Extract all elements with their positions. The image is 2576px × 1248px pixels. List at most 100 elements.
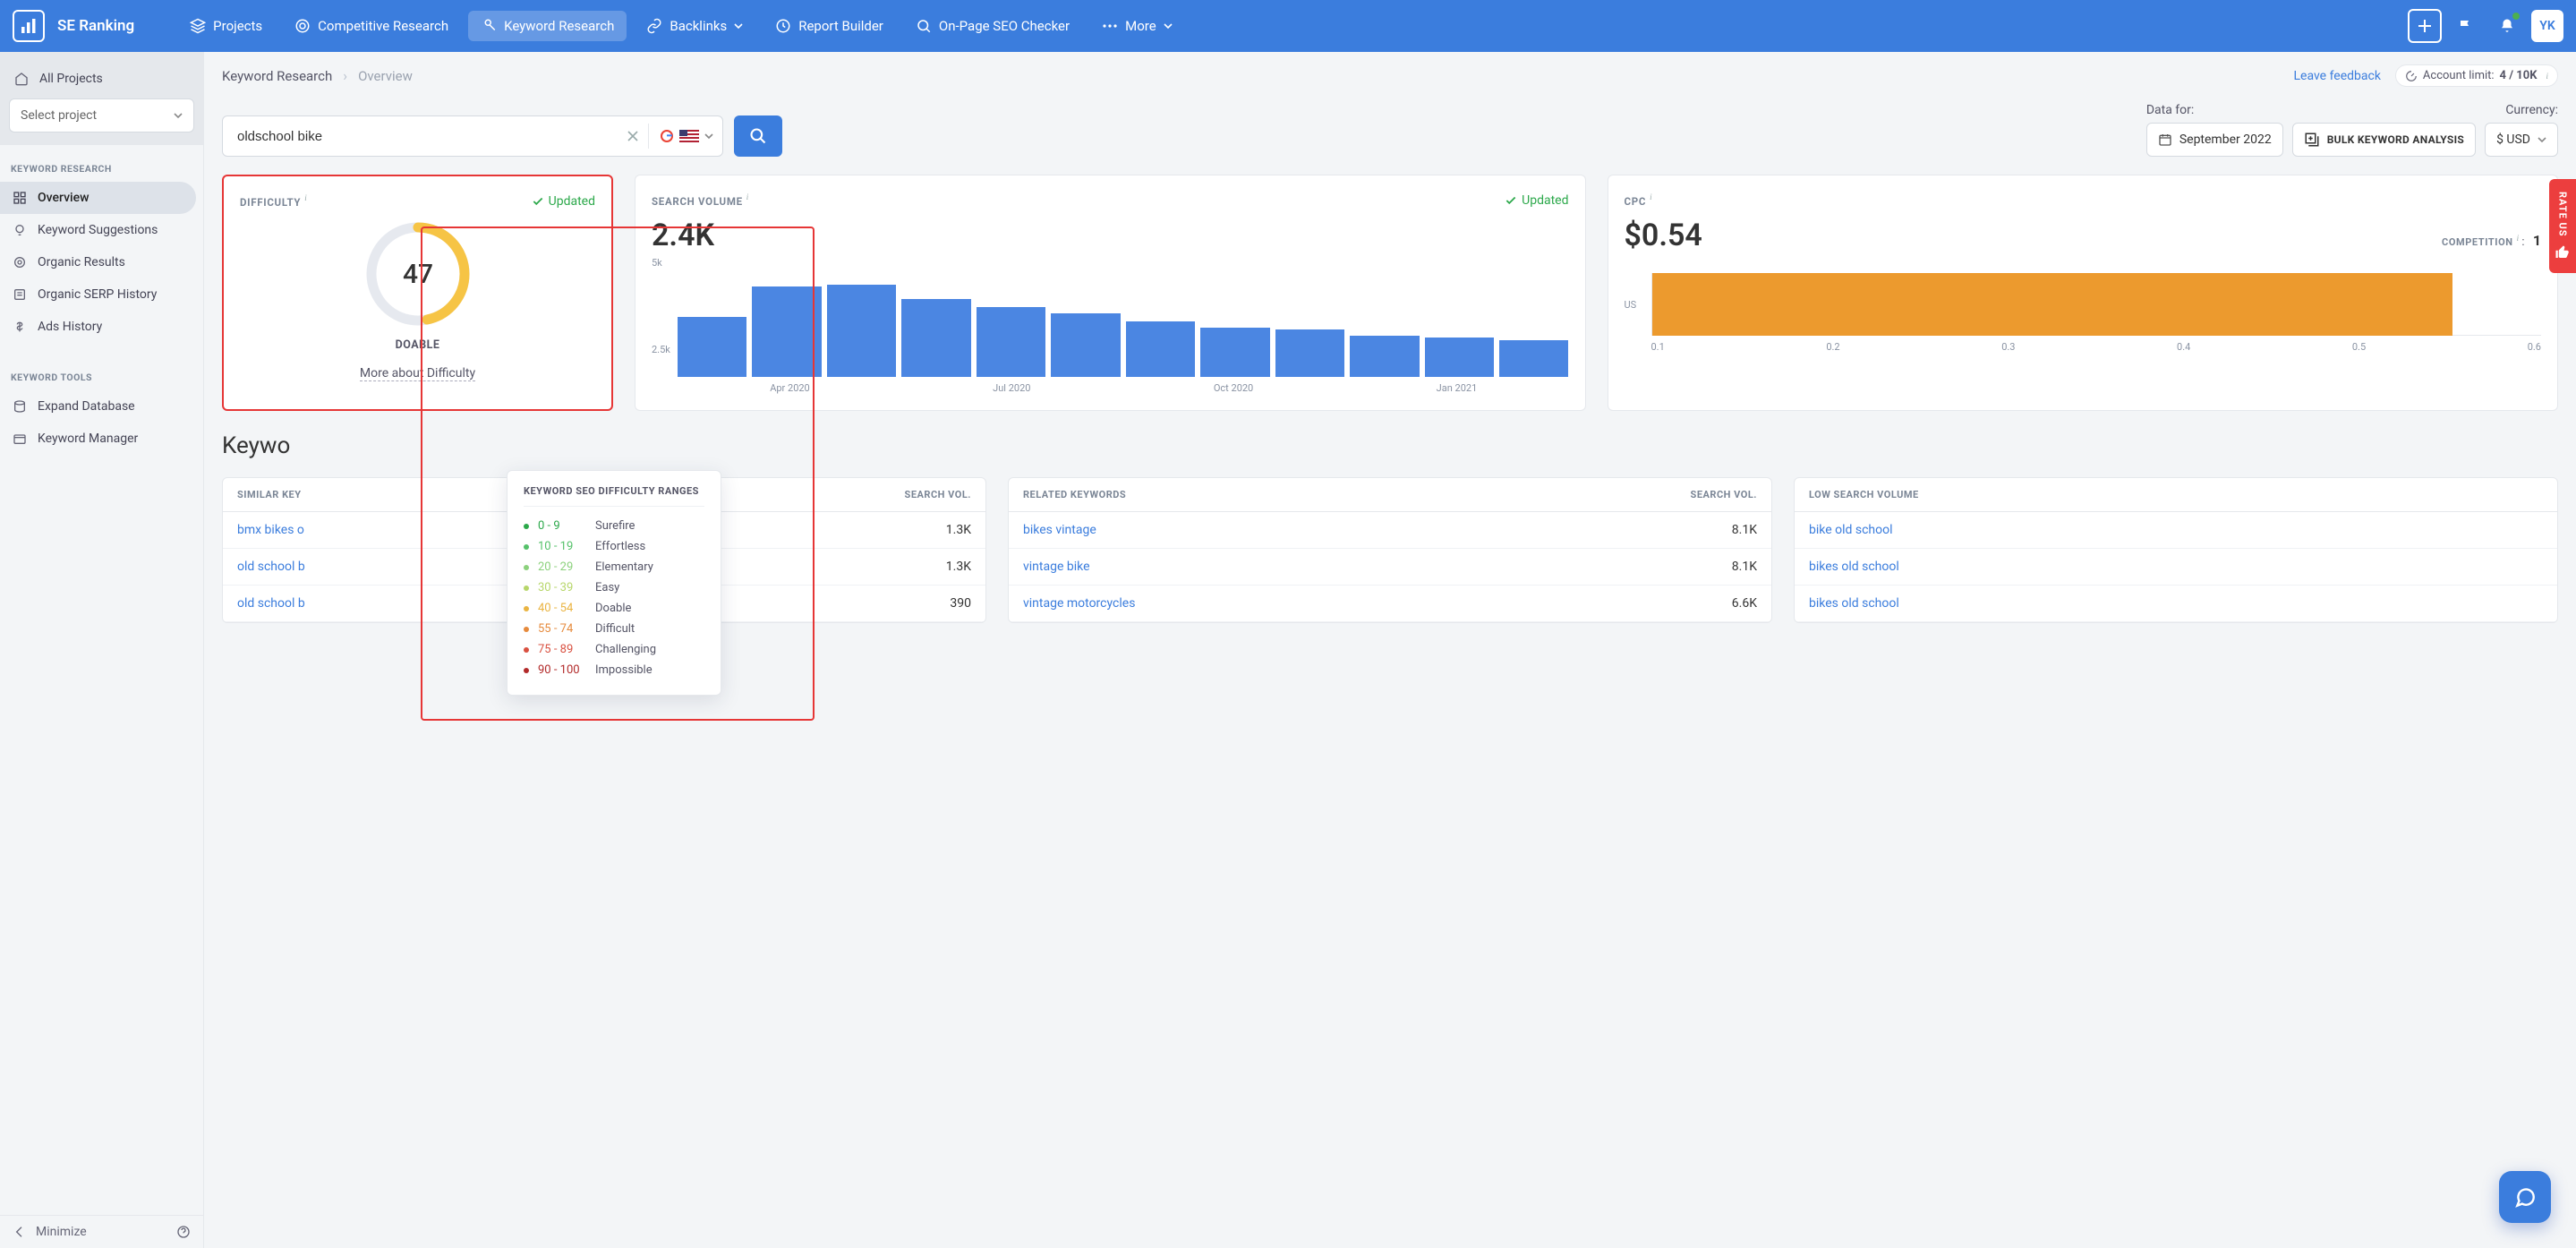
dots-icon [1102,23,1118,29]
project-select-placeholder: Select project [21,108,97,123]
more-about-difficulty-link[interactable]: More about Difficulty [360,366,475,381]
chat-button[interactable] [2499,1171,2551,1223]
rate-us-tab[interactable]: RATE US [2549,179,2576,273]
sidebar-item-label: Keyword Manager [38,432,138,446]
nav-projects[interactable]: Projects [177,11,275,41]
sidebar-all-projects[interactable]: All Projects [9,64,194,98]
google-icon [660,129,674,143]
nav-backlinks[interactable]: Backlinks [634,11,755,41]
sidebar-item-serp-history[interactable]: Organic SERP History [0,278,196,311]
chat-icon [2513,1185,2537,1209]
sidebar-item-label: Keyword Suggestions [38,223,158,237]
search-input[interactable] [237,129,627,144]
grid-icon [13,191,27,205]
nav-projects-label: Projects [213,18,262,34]
volume-title: SEARCH VOLUME [652,195,743,208]
volume-bar [1051,313,1120,377]
topbar: SE Ranking Projects Competitive Research… [0,0,2576,52]
range-dot [524,647,529,653]
search-locale[interactable] [648,124,713,149]
sidebar-item-keyword-manager[interactable]: Keyword Manager [0,423,196,455]
bulk-icon [2304,132,2320,148]
nav-seo-checker[interactable]: On-Page SEO Checker [903,11,1082,41]
keyword-link[interactable]: vintage motorcycles [1023,596,1732,611]
nav-competitive[interactable]: Competitive Research [282,11,461,41]
data-for-label: Data for: [2146,103,2283,117]
cpc-value: $0.54 [1625,218,1702,253]
keyword-link[interactable]: bike old school [1809,523,2543,537]
volume-card: SEARCH VOLUME Updated 2.4K 5k 2.5k Apr 2… [635,175,1586,411]
nav-more[interactable]: More [1089,11,1185,41]
bell-icon[interactable] [2490,9,2524,43]
home-icon [14,72,29,86]
date-select[interactable]: September 2022 [2146,123,2283,157]
col-hdr: RELATED KEYWORDS [1023,489,1691,500]
keyword-link[interactable]: vintage bike [1023,560,1732,574]
related-keywords-col: RELATED KEYWORDSSEARCH VOL. bikes vintag… [1008,477,1772,623]
breadcrumb-current: Overview [358,68,413,84]
info-icon[interactable] [304,193,307,202]
breadcrumb-sep: › [343,67,347,84]
info-icon[interactable] [1650,192,1652,201]
table-row: vintage bike8.1K [1009,549,1771,586]
help-icon[interactable] [176,1225,191,1239]
svg-text:47: 47 [402,259,432,290]
add-button[interactable] [2408,9,2442,43]
account-limit-value: 4 / 10K [2500,69,2538,82]
clear-icon[interactable] [627,130,639,142]
sidebar-item-label: Overview [38,191,89,205]
target-icon [13,255,27,269]
flag-icon[interactable] [2449,9,2483,43]
sidebar-item-suggestions[interactable]: Keyword Suggestions [0,214,196,246]
cpc-card: CPC $0.54 COMPETITION : 1 US 0.10.20.30 [1608,175,2559,411]
volume-bar [752,286,821,377]
table-row: vintage motorcycles6.6K [1009,586,1771,622]
volume-value: 2.4K [652,218,1569,253]
nav-report-builder[interactable]: Report Builder [763,11,896,41]
search-button[interactable] [734,115,782,157]
info-icon[interactable] [2546,72,2548,81]
keyword-link[interactable]: bikes old school [1809,596,2543,611]
col-hdr: LOW SEARCH VOLUME [1809,489,2543,500]
sidebar-item-overview[interactable]: Overview [0,182,196,214]
main-content: Keyword Research › Overview Leave feedba… [204,52,2576,1248]
volume-bar [1126,321,1195,377]
bulk-analysis-button[interactable]: BULK KEYWORD ANALYSIS [2292,123,2476,157]
difficulty-title: DIFFICULTY [240,196,301,209]
sidebar-item-ads-history[interactable]: Ads History [0,311,196,343]
difficulty-updated: Updated [532,194,595,209]
avatar[interactable]: YK [2531,10,2563,42]
currency-select[interactable]: $ USD [2485,123,2558,157]
keyword-link[interactable]: bikes vintage [1023,523,1732,537]
leave-feedback-link[interactable]: Leave feedback [2294,69,2381,83]
range-dot [524,627,529,632]
chevron-down-icon [734,21,743,30]
chevron-down-icon [174,111,183,120]
volume-chart: 5k 2.5k [652,253,1569,377]
range-dot [524,524,529,529]
nav-keyword-research[interactable]: Keyword Research [468,11,627,41]
minimize-label: Minimize [36,1225,87,1239]
currency-label: Currency: [2485,103,2558,117]
col-hdr: SEARCH VOL. [905,489,971,500]
sidebar-item-expand-db[interactable]: Expand Database [0,390,196,423]
volume-updated: Updated [1505,193,1568,208]
sidebar-section-research: KEYWORD RESEARCH [0,156,203,182]
keyword-link[interactable]: bikes old school [1809,560,2543,574]
project-select[interactable]: Select project [9,98,194,132]
minimize-button[interactable]: Minimize [0,1215,203,1248]
sidebar: All Projects Select project KEYWORD RESE… [0,52,204,1248]
difficulty-range-row: 10 - 19Effortless [524,536,704,557]
difficulty-popover: KEYWORD SEO DIFFICULTY RANGES 0 - 9Suref… [507,470,721,696]
info-icon[interactable] [2517,234,2520,243]
difficulty-range-row: 75 - 89Challenging [524,639,704,660]
vol-value: 390 [950,596,971,611]
sidebar-item-organic[interactable]: Organic Results [0,246,196,278]
difficulty-range-row: 40 - 54Doable [524,598,704,619]
range-dot [524,565,529,570]
vol-value: 8.1K [1732,523,1757,537]
breadcrumb-root[interactable]: Keyword Research [222,68,332,84]
check-icon [532,195,544,208]
info-icon[interactable] [746,192,749,201]
competition-label: COMPETITION [2442,236,2513,248]
